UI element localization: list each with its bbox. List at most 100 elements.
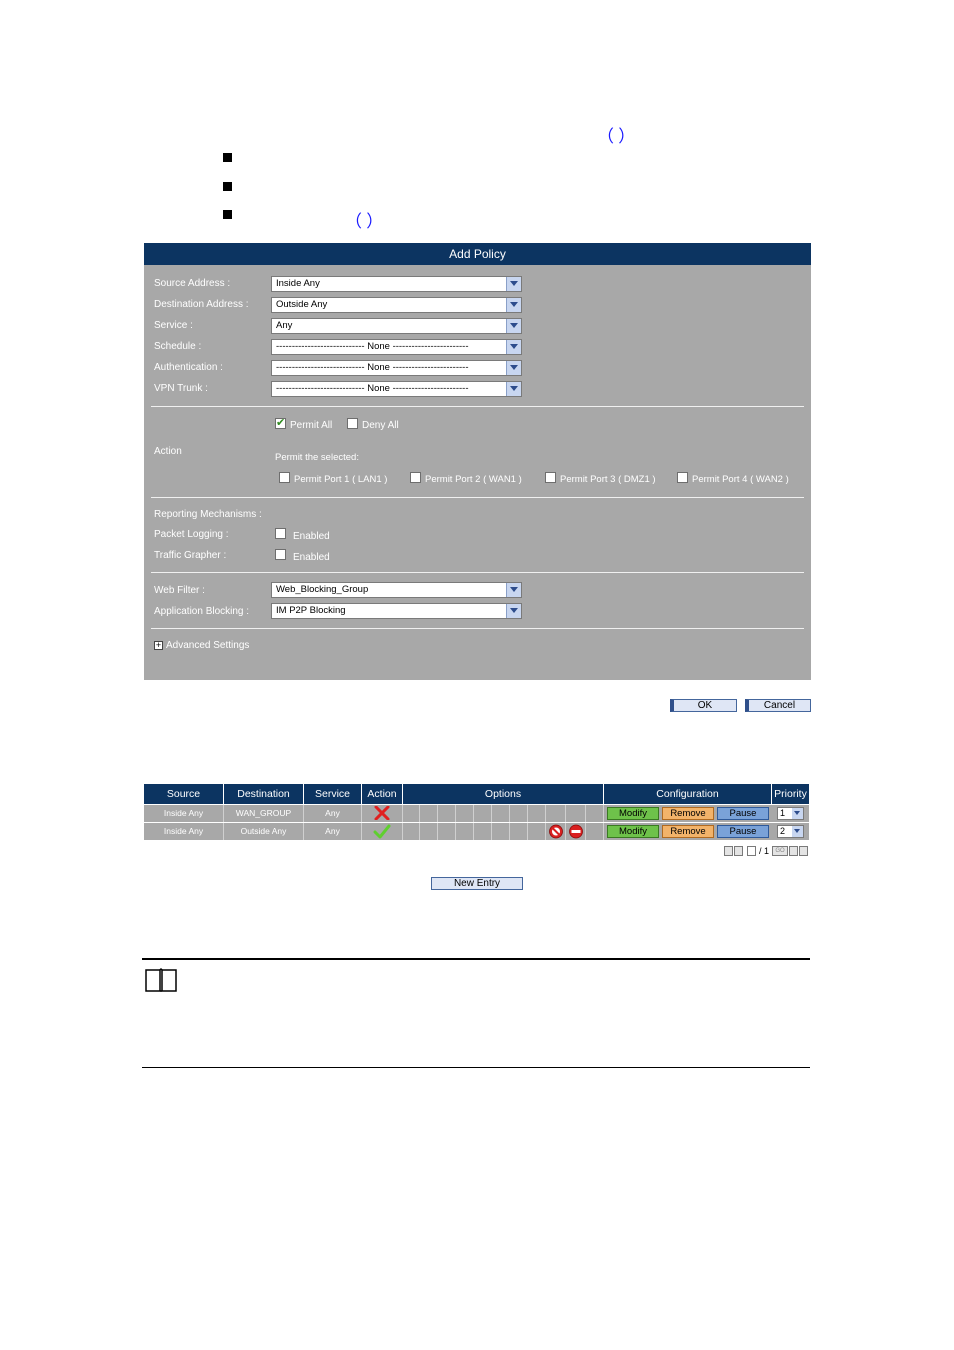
bullet-3 [223, 210, 232, 219]
prev-page-icon[interactable] [734, 846, 743, 856]
note-bottom-rule [142, 1067, 810, 1068]
bullet-3-parenthetical: （ ） [345, 212, 384, 231]
option-cell [492, 805, 510, 822]
remove-button[interactable]: Remove [662, 825, 714, 838]
option-cell [566, 805, 586, 822]
policy-table: Source Destination Service Action Option… [144, 784, 809, 859]
add-policy-panel: Add Policy Source Address : Inside Any D… [144, 243, 811, 680]
chevron-down-icon[interactable] [506, 583, 521, 597]
destination-address-select[interactable]: Outside Any [271, 297, 522, 313]
permit-port-3-checkbox[interactable] [545, 472, 556, 483]
cell-destination: WAN_GROUP [224, 805, 304, 822]
chevron-down-icon[interactable] [792, 808, 803, 819]
new-entry-button[interactable]: New Entry [431, 877, 523, 890]
traffic-grapher-label: Traffic Grapher : [154, 550, 227, 561]
next-page-icon[interactable] [789, 846, 798, 856]
section-divider [151, 406, 804, 407]
priority-select[interactable]: 1 [777, 807, 804, 820]
intro-parenthetical: （ ） [597, 127, 636, 146]
service-label: Service : [154, 320, 193, 331]
service-select[interactable]: Any [271, 318, 522, 334]
first-page-icon[interactable] [724, 846, 733, 856]
web-filter-block-icon [549, 824, 563, 839]
page-number-input[interactable] [747, 846, 756, 856]
schedule-label: Schedule : [154, 341, 202, 352]
chevron-down-icon[interactable] [506, 277, 521, 291]
option-cell [420, 805, 438, 822]
option-cell [510, 805, 528, 822]
web-filter-select[interactable]: Web_Blocking_Group [271, 582, 522, 598]
remove-button[interactable]: Remove [662, 807, 714, 820]
option-cell [586, 805, 604, 822]
web-filter-label: Web Filter : [154, 585, 205, 596]
option-cell [546, 823, 566, 840]
permit-all-label: Permit All [290, 420, 333, 431]
vpn-trunk-label: VPN Trunk : [154, 383, 208, 394]
book-icon [144, 966, 178, 999]
permit-check-icon [373, 824, 391, 839]
expand-plus-icon[interactable]: + [154, 641, 163, 650]
chevron-down-icon[interactable] [506, 382, 521, 396]
option-cell [528, 805, 546, 822]
option-cell [492, 823, 510, 840]
bullet-2 [223, 182, 232, 191]
chevron-down-icon[interactable] [506, 298, 521, 312]
option-cell [420, 823, 438, 840]
section-divider [151, 572, 804, 573]
panel-title: Add Policy [144, 243, 811, 265]
permit-port-4-label: Permit Port 4 ( WAN2 ) [692, 474, 789, 485]
packet-logging-label: Packet Logging : [154, 529, 229, 540]
col-priority-header: Priority [772, 784, 809, 804]
cell-source: Inside Any [144, 823, 224, 840]
permit-port-2-checkbox[interactable] [410, 472, 421, 483]
col-action-header: Action [362, 784, 403, 804]
option-cell [586, 823, 604, 840]
col-service-header: Service [304, 784, 362, 804]
chevron-down-icon[interactable] [506, 604, 521, 618]
deny-x-icon [374, 805, 390, 821]
cell-action [362, 823, 403, 840]
permit-port-4-checkbox[interactable] [677, 472, 688, 483]
priority-select[interactable]: 2 [777, 825, 804, 838]
reporting-title: Reporting Mechanisms : [154, 509, 262, 520]
last-page-icon[interactable] [799, 846, 808, 856]
modify-button[interactable]: Modify [607, 825, 659, 838]
chevron-down-icon[interactable] [792, 826, 803, 837]
pause-button[interactable]: Pause [717, 825, 769, 838]
authentication-select[interactable]: ---------------------------- None ------… [271, 360, 522, 376]
advanced-settings-link[interactable]: Advanced Settings [166, 640, 249, 651]
source-address-select[interactable]: Inside Any [271, 276, 522, 292]
authentication-label: Authentication : [154, 362, 223, 373]
go-button[interactable]: GO [772, 846, 788, 856]
chevron-down-icon[interactable] [506, 361, 521, 375]
modify-button[interactable]: Modify [607, 807, 659, 820]
option-cell [403, 823, 420, 840]
app-blocking-icon [569, 824, 583, 839]
pager: / 1 GO [724, 846, 809, 857]
option-cell [546, 805, 566, 822]
chevron-down-icon[interactable] [506, 319, 521, 333]
option-cell [456, 805, 474, 822]
cell-destination: Outside Any [224, 823, 304, 840]
col-destination-header: Destination [224, 784, 304, 804]
application-blocking-select[interactable]: IM P2P Blocking [271, 603, 522, 619]
table-row: Inside Any Outside Any Any Modify Remove… [144, 823, 809, 840]
destination-address-label: Destination Address : [154, 299, 249, 310]
cancel-button[interactable]: Cancel [745, 699, 811, 712]
packet-logging-checkbox[interactable] [275, 528, 286, 539]
deny-all-checkbox[interactable] [347, 418, 358, 429]
application-blocking-label: Application Blocking : [154, 606, 250, 617]
vpn-trunk-select[interactable]: ---------------------------- None ------… [271, 381, 522, 397]
ok-button[interactable]: OK [670, 699, 737, 712]
chevron-down-icon[interactable] [506, 340, 521, 354]
permit-all-checkbox[interactable] [275, 416, 286, 429]
traffic-grapher-checkbox[interactable] [275, 549, 286, 560]
pause-button[interactable]: Pause [717, 807, 769, 820]
schedule-select[interactable]: ---------------------------- None ------… [271, 339, 522, 355]
option-cell [474, 823, 492, 840]
section-divider [151, 497, 804, 498]
permit-port-2-label: Permit Port 2 ( WAN1 ) [425, 474, 522, 485]
permit-port-1-checkbox[interactable] [279, 472, 290, 483]
option-cell [456, 823, 474, 840]
cell-source: Inside Any [144, 805, 224, 822]
